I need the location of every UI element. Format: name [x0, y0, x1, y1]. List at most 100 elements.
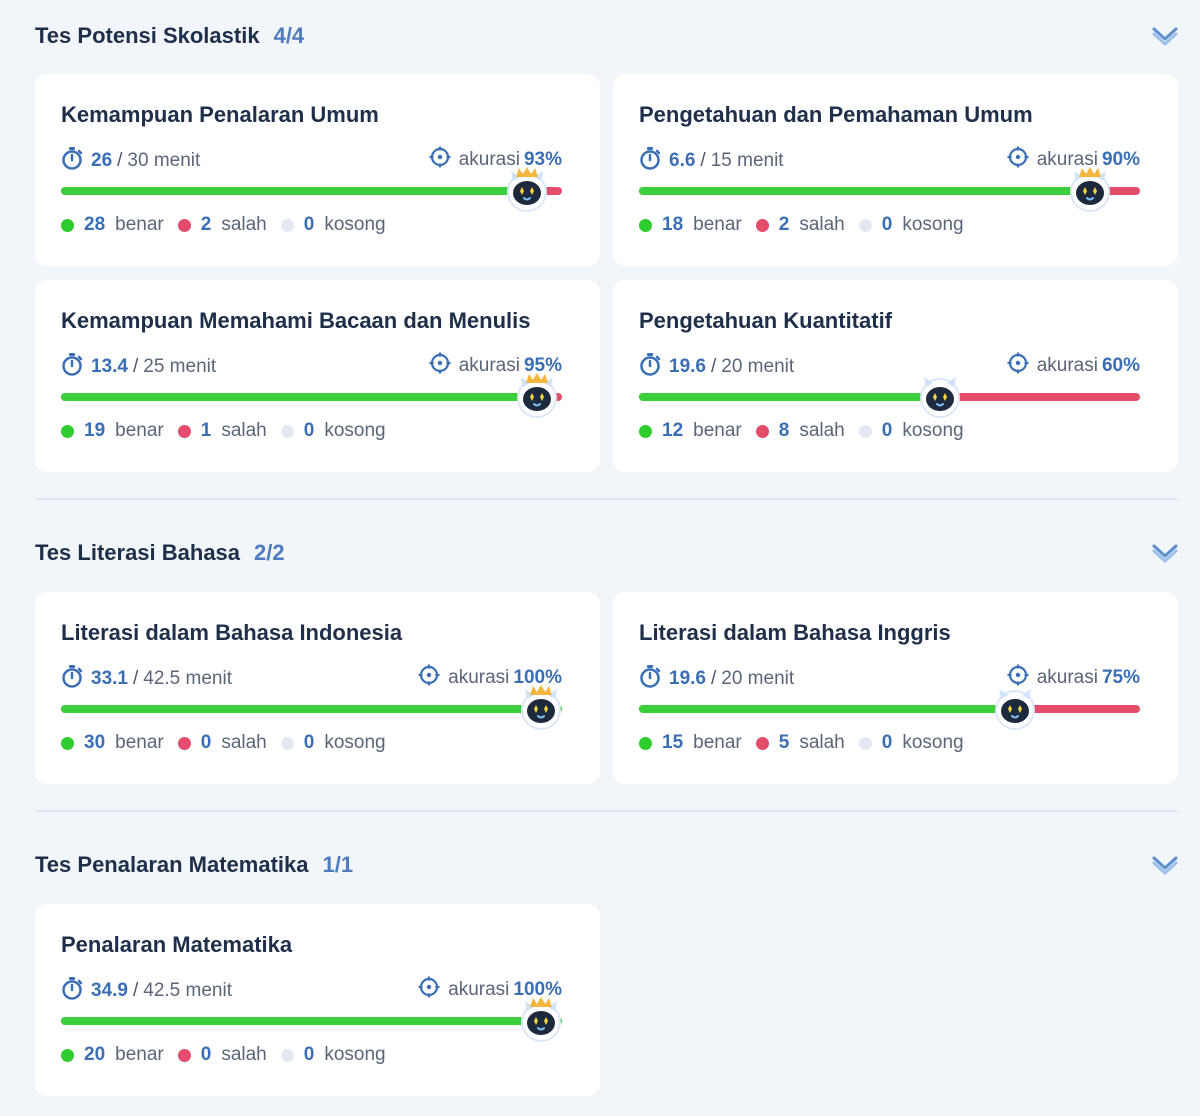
- stopwatch-icon: [639, 146, 669, 176]
- accuracy-label: akurasi: [1036, 667, 1098, 688]
- section-header[interactable]: Tes Literasi Bahasa 2/2: [35, 533, 285, 573]
- wrong-label: salah: [799, 420, 845, 441]
- wrong-dot-icon: [755, 218, 769, 232]
- chevron-down-icon[interactable]: [1152, 855, 1178, 875]
- mascot-icon: [512, 371, 562, 421]
- accuracy-label: akurasi: [448, 979, 510, 1000]
- wrong-label: salah: [799, 214, 845, 235]
- correct-count: 30: [84, 732, 106, 753]
- wrong-count: 5: [778, 732, 790, 753]
- time-row: 19.6/20 menit: [639, 352, 794, 382]
- time-total: 30 menit: [127, 150, 201, 171]
- accuracy-bar: [639, 167, 1140, 212]
- time-spent: 34.9: [91, 980, 128, 1001]
- chevron-down-icon[interactable]: [1152, 26, 1178, 46]
- time-total: 15 menit: [710, 150, 784, 171]
- stopwatch-icon: [61, 664, 91, 694]
- section-divider: [35, 498, 1178, 500]
- target-icon: [429, 146, 459, 174]
- time-spent: 33.1: [91, 668, 128, 689]
- chevron-down-icon[interactable]: [1152, 543, 1178, 563]
- target-icon: [1007, 146, 1037, 174]
- subtest-card[interactable]: Pengetahuan dan Pemahaman Umum 6.6/15 men…: [613, 74, 1178, 266]
- subtest-title: Penalaran Matematika: [61, 932, 293, 957]
- empty-count: 0: [303, 420, 315, 441]
- accuracy-bar-fill: [639, 705, 1015, 713]
- time-spent: 6.6: [669, 150, 696, 171]
- wrong-label: salah: [221, 214, 267, 235]
- wrong-count: 2: [778, 214, 790, 235]
- correct-label: benar: [693, 732, 742, 753]
- accuracy-bar: [61, 685, 562, 730]
- accuracy-bar-fill: [61, 705, 562, 713]
- subtest-title: Pengetahuan dan Pemahaman Umum: [639, 102, 1033, 127]
- time-total: 20 menit: [721, 356, 795, 377]
- accuracy-value: 75%: [1101, 667, 1140, 688]
- accuracy-label: akurasi: [458, 355, 520, 376]
- empty-label: kosong: [324, 732, 386, 753]
- wrong-count: 2: [200, 214, 212, 235]
- answer-stats: 28 benar 2 salah 0 kosong: [61, 214, 400, 236]
- correct-dot-icon: [61, 424, 74, 438]
- subtest-title: Kemampuan Penalaran Umum: [61, 102, 379, 127]
- stopwatch-icon: [639, 664, 669, 694]
- subtest-card[interactable]: Kemampuan Penalaran Umum 26/30 menit akura…: [35, 74, 600, 266]
- mascot-icon: [502, 165, 552, 215]
- accuracy-label: akurasi: [1036, 355, 1098, 376]
- empty-dot-icon: [280, 218, 294, 232]
- correct-label: benar: [693, 214, 742, 235]
- correct-count: 12: [662, 420, 684, 441]
- time-separator: /: [132, 980, 139, 1001]
- time-separator: /: [132, 356, 139, 377]
- time-total: 42.5 menit: [143, 980, 232, 1001]
- time-spent: 13.4: [91, 356, 128, 377]
- wrong-count: 0: [200, 732, 212, 753]
- accuracy-bar: [639, 689, 1140, 730]
- time-spent: 19.6: [669, 668, 706, 689]
- section-header[interactable]: Tes Potensi Skolastik 4/4: [35, 16, 304, 56]
- correct-label: benar: [693, 420, 742, 441]
- subtest-title: Literasi dalam Bahasa Indonesia: [61, 620, 403, 645]
- section-divider: [35, 810, 1178, 812]
- mascot-icon: [516, 683, 566, 733]
- mascot-icon: [990, 683, 1040, 733]
- wrong-label: salah: [799, 732, 845, 753]
- empty-label: kosong: [324, 420, 386, 441]
- wrong-dot-icon: [755, 736, 769, 750]
- accuracy-value: 60%: [1101, 355, 1140, 376]
- subtest-card[interactable]: Literasi dalam Bahasa Indonesia 33.1/42.5…: [35, 592, 600, 784]
- correct-count: 28: [84, 214, 106, 235]
- empty-count: 0: [303, 1044, 315, 1065]
- wrong-dot-icon: [177, 736, 191, 750]
- accuracy-bar: [61, 997, 562, 1042]
- wrong-count: 8: [778, 420, 790, 441]
- section-title: Tes Penalaran Matematika: [35, 852, 309, 877]
- answer-stats: 15 benar 5 salah 0 kosong: [639, 732, 978, 754]
- target-icon: [1007, 352, 1037, 380]
- subtest-card[interactable]: Penalaran Matematika 34.9/42.5 menit akura…: [35, 904, 600, 1096]
- section-header[interactable]: Tes Penalaran Matematika 1/1: [35, 845, 353, 885]
- subtest-card[interactable]: Pengetahuan Kuantitatif 19.6/20 menit akur…: [613, 280, 1178, 472]
- correct-dot-icon: [639, 736, 652, 750]
- subtest-card[interactable]: Kemampuan Memahami Bacaan dan Menulis 13.…: [35, 280, 600, 472]
- accuracy-bar-fill: [61, 1017, 562, 1025]
- time-separator: /: [132, 668, 139, 689]
- empty-label: kosong: [902, 732, 964, 753]
- empty-count: 0: [303, 732, 315, 753]
- empty-dot-icon: [280, 1048, 294, 1062]
- wrong-dot-icon: [177, 1048, 191, 1062]
- accuracy-bar: [61, 167, 562, 212]
- empty-count: 0: [303, 214, 315, 235]
- empty-dot-icon: [858, 424, 872, 438]
- answer-stats: 20 benar 0 salah 0 kosong: [61, 1044, 400, 1066]
- time-total: 25 menit: [143, 356, 217, 377]
- subtest-title: Pengetahuan Kuantitatif: [639, 308, 893, 333]
- wrong-dot-icon: [177, 218, 191, 232]
- empty-label: kosong: [324, 1044, 386, 1065]
- wrong-label: salah: [221, 732, 267, 753]
- subtest-card[interactable]: Literasi dalam Bahasa Inggris 19.6/20 men…: [613, 592, 1178, 784]
- time-spent: 26: [91, 150, 113, 171]
- section-title: Tes Literasi Bahasa: [35, 540, 241, 565]
- accuracy-bar: [61, 373, 562, 418]
- empty-dot-icon: [280, 424, 294, 438]
